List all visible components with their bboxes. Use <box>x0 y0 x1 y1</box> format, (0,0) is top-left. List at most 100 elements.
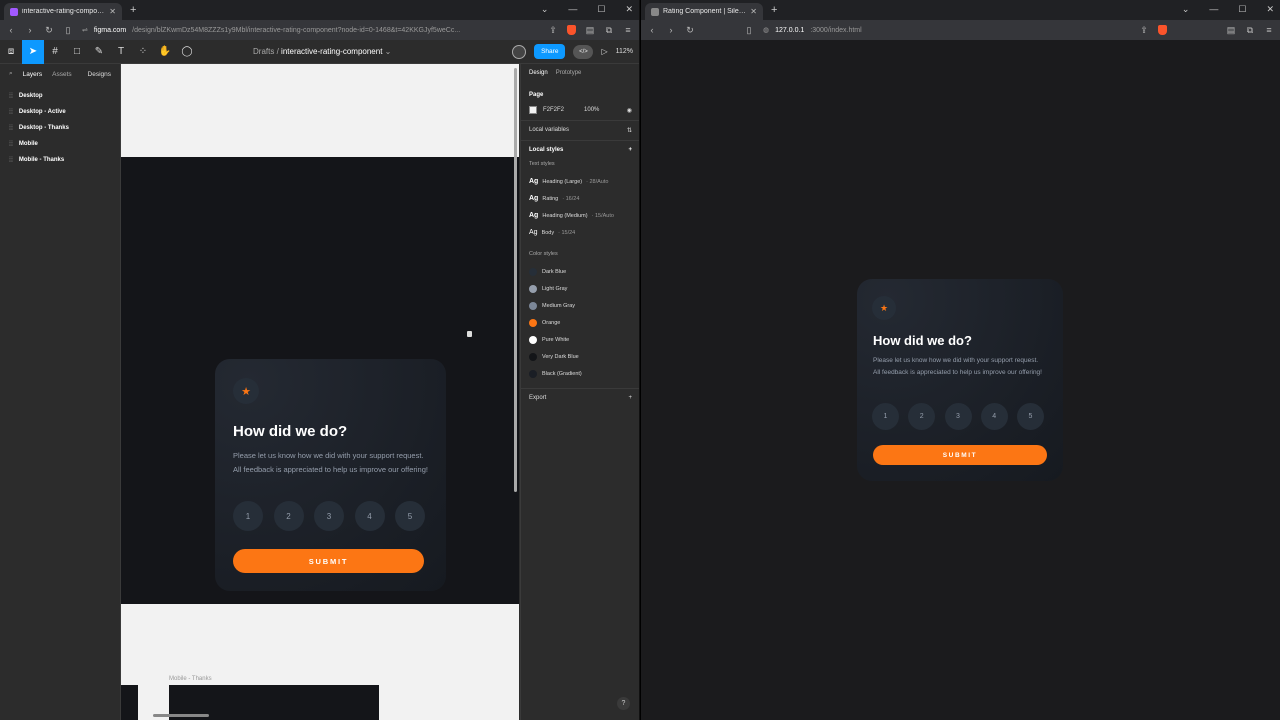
search-icon[interactable]: ⌕ <box>9 70 13 78</box>
tab-rating-component[interactable]: Rating Component | SilentScript ✕ <box>645 3 763 20</box>
file-menu-chevron-icon[interactable]: ⌄ <box>385 47 392 56</box>
color-style-item[interactable]: Medium Gray <box>529 297 632 314</box>
move-tool-icon[interactable]: ➤ <box>22 39 44 64</box>
submit-button[interactable]: SUBMIT <box>233 549 424 573</box>
menu-icon[interactable]: ≡ <box>1264 25 1274 35</box>
text-style-item[interactable]: Ag Heading (Medium) · 15/Auto <box>529 207 632 224</box>
forward-icon[interactable]: › <box>666 25 676 35</box>
page-opacity[interactable]: 100% <box>584 107 599 113</box>
breadcrumb-drafts[interactable]: Drafts <box>253 47 274 56</box>
layer-item[interactable]: ⁞⁞ Mobile - Thanks <box>0 152 120 168</box>
add-export-icon[interactable]: + <box>628 395 632 401</box>
frame-tool-icon[interactable]: # <box>44 40 66 64</box>
minimize-icon[interactable]: — <box>568 4 577 15</box>
color-style-item[interactable]: Light Gray <box>529 280 632 297</box>
tab-layers[interactable]: Layers <box>23 71 43 78</box>
tab-figma[interactable]: interactive-rating-component – Figma ✕ <box>4 3 122 20</box>
submit-button[interactable]: SUBMIT <box>873 445 1047 465</box>
layer-item[interactable]: ⁞⁞ Mobile <box>0 136 120 152</box>
rating-option-1[interactable]: 1 <box>233 501 263 531</box>
rating-option-5[interactable]: 5 <box>395 501 425 531</box>
local-variables-section[interactable]: Local variables ⇅ <box>521 120 639 140</box>
pages-dropdown[interactable]: Designs <box>88 71 111 78</box>
close-tab-icon[interactable]: ✕ <box>750 7 757 16</box>
variables-settings-icon[interactable]: ⇅ <box>627 127 632 134</box>
new-tab-icon[interactable]: + <box>771 4 777 16</box>
page-color-value[interactable]: F2F2F2 <box>543 107 564 113</box>
vertical-scrollbar[interactable] <box>514 68 517 492</box>
page-fill-row[interactable]: F2F2F2 100% ◉ <box>529 106 632 114</box>
rating-card[interactable]: ★ How did we do? Please let us know how … <box>215 359 446 591</box>
extensions-icon[interactable]: ⧉ <box>604 25 614 35</box>
back-icon[interactable]: ‹ <box>6 25 16 35</box>
layer-item[interactable]: ⁞⁞ Desktop - Active <box>0 104 120 120</box>
new-tab-icon[interactable]: + <box>130 4 136 16</box>
comment-tool-icon[interactable]: ◯ <box>176 40 198 64</box>
share-page-icon[interactable]: ⇪ <box>1139 25 1149 35</box>
zoom-level[interactable]: 112% <box>616 48 633 55</box>
wallet-icon[interactable]: ▤ <box>585 25 595 35</box>
rating-option-2[interactable]: 2 <box>273 501 304 531</box>
tab-design[interactable]: Design <box>529 70 548 76</box>
reload-icon[interactable]: ↻ <box>44 25 54 35</box>
url-field[interactable]: ⇌ figma.com/design/blZKwmDz54M8ZZZs1y9Mb… <box>82 26 539 35</box>
text-tool-icon[interactable]: T <box>110 40 132 64</box>
close-window-icon[interactable]: ✕ <box>1266 4 1274 15</box>
url-field[interactable]: ◍ 127.0.0.1:3000/index.html <box>763 26 1130 35</box>
site-info-icon[interactable]: ⇌ <box>82 26 88 34</box>
text-style-item[interactable]: Ag Rating · 16/24 <box>529 190 632 207</box>
layer-item[interactable]: ⁞⁞ Desktop - Thanks <box>0 120 120 136</box>
color-style-item[interactable]: Pure White <box>529 331 632 348</box>
maximize-icon[interactable]: ☐ <box>597 4 605 15</box>
back-icon[interactable]: ‹ <box>647 25 657 35</box>
rating-option-2[interactable]: 2 <box>908 403 936 430</box>
share-page-icon[interactable]: ⇪ <box>548 25 558 35</box>
rating-option-3[interactable]: 3 <box>944 403 972 430</box>
dev-mode-toggle[interactable]: </> <box>573 44 594 59</box>
bookmark-icon[interactable]: ▯ <box>63 25 73 35</box>
resources-icon[interactable]: ⁘ <box>132 40 154 64</box>
file-name[interactable]: interactive-rating-component <box>281 47 382 56</box>
chevron-down-icon[interactable]: ⌄ <box>541 4 549 15</box>
close-tab-icon[interactable]: ✕ <box>109 7 116 16</box>
design-canvas[interactable]: ★ How did we do? Please let us know how … <box>121 64 519 720</box>
wallet-icon[interactable]: ▤ <box>1226 25 1236 35</box>
rating-option-5[interactable]: 5 <box>1017 403 1044 430</box>
maximize-icon[interactable]: ☐ <box>1238 4 1246 15</box>
pen-tool-icon[interactable]: ✎ <box>88 40 110 64</box>
brave-shields-icon[interactable] <box>567 25 576 35</box>
rating-option-1[interactable]: 1 <box>872 403 899 430</box>
chevron-down-icon[interactable]: ⌄ <box>1182 4 1190 15</box>
color-style-item[interactable]: Very Dark Blue <box>529 348 632 365</box>
shape-tool-icon[interactable]: □ <box>66 40 88 64</box>
bookmark-icon[interactable]: ▯ <box>744 25 754 35</box>
reload-icon[interactable]: ↻ <box>685 25 695 35</box>
tab-assets[interactable]: Assets <box>52 71 72 78</box>
rating-option-4[interactable]: 4 <box>980 403 1008 430</box>
minimize-icon[interactable]: — <box>1209 4 1218 15</box>
extensions-icon[interactable]: ⧉ <box>1245 25 1255 35</box>
layer-item[interactable]: ⁞⁞ Desktop <box>0 88 120 104</box>
add-style-icon[interactable]: + <box>628 147 632 153</box>
color-style-item[interactable]: Orange <box>529 314 632 331</box>
avatar[interactable] <box>512 44 527 59</box>
text-style-item[interactable]: Ag Body · 15/24 <box>529 224 632 241</box>
horizontal-scrollbar[interactable] <box>153 714 209 717</box>
text-style-item[interactable]: Ag Heading (Large) · 28/Auto <box>529 173 632 190</box>
menu-icon[interactable]: ≡ <box>623 25 633 35</box>
color-style-item[interactable]: Black (Gradient) <box>529 365 632 382</box>
present-icon[interactable]: ▷ <box>601 47 607 56</box>
rating-option-3[interactable]: 3 <box>314 501 344 531</box>
help-button[interactable]: ? <box>617 697 630 710</box>
site-info-icon[interactable]: ◍ <box>763 26 769 34</box>
close-window-icon[interactable]: ✕ <box>625 4 633 15</box>
tab-prototype[interactable]: Prototype <box>556 70 582 76</box>
brave-shields-icon[interactable] <box>1158 25 1167 35</box>
color-style-item[interactable]: Dark Blue <box>529 263 632 280</box>
hand-tool-icon[interactable]: ✋ <box>154 40 176 64</box>
forward-icon[interactable]: › <box>25 25 35 35</box>
frame-thumbnail[interactable] <box>121 685 138 720</box>
rating-option-4[interactable]: 4 <box>354 501 385 531</box>
share-button[interactable]: Share <box>534 44 566 59</box>
eye-icon[interactable]: ◉ <box>627 107 632 114</box>
